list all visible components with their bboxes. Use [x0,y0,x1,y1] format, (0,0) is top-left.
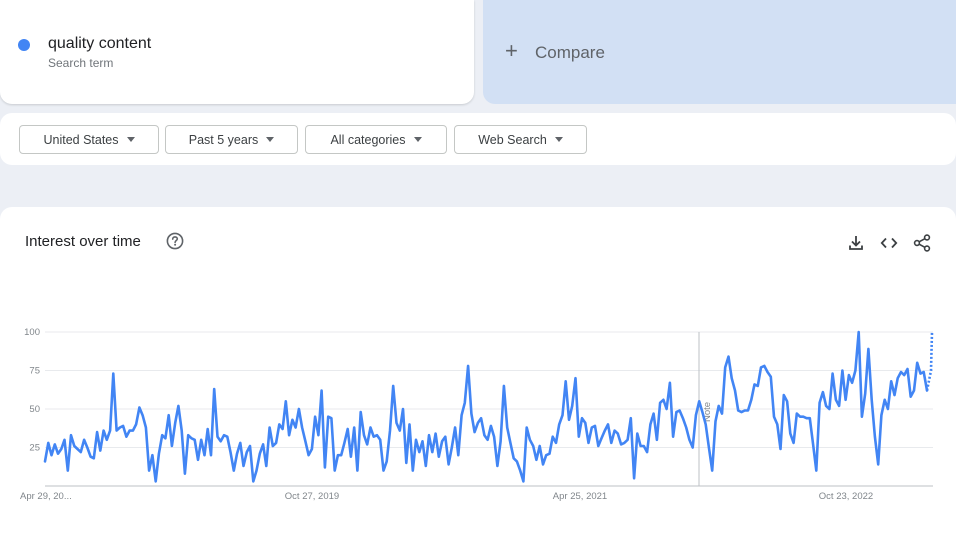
category-filter-dropdown[interactable]: All categories [305,125,447,154]
category-filter-label: All categories [330,132,406,147]
x-tick-label: Oct 27, 2019 [285,491,339,502]
filter-bar: United States Past 5 years All categorie… [0,113,956,165]
compare-label: Compare [535,43,605,62]
series-line[interactable] [43,330,929,483]
interest-line-chart[interactable]: 255075100NoteApr 29, 20... Oct 27, 2019 Ap… [0,207,956,554]
y-tick-label: 25 [29,443,40,454]
search-type-filter-label: Web Search [478,132,547,147]
series-color-dot [18,39,30,51]
compare-button[interactable]: + Compare [483,0,956,104]
time-range-filter-label: Past 5 years [188,132,259,147]
interest-over-time-panel: Interest over time 25 50 75 100 Note Apr 29, … [0,207,956,554]
x-tick-label: Apr 29, 20... [20,491,72,502]
search-term-name[interactable]: quality content [48,35,151,53]
x-tick-label: Apr 25, 2021 [553,491,607,502]
search-term-subtitle: Search term [48,56,114,70]
caret-down-icon [413,137,422,142]
time-range-filter-dropdown[interactable]: Past 5 years [165,125,298,154]
search-term-card[interactable]: quality content Search term [0,0,474,104]
partial-data-line [925,331,934,391]
region-filter-label: United States [43,132,119,147]
y-tick-label: 100 [24,327,40,338]
caret-down-icon [554,137,563,142]
search-type-filter-dropdown[interactable]: Web Search [454,125,587,154]
y-tick-label: 50 [29,404,40,415]
y-tick-label: 75 [29,366,40,377]
plus-icon: + [505,38,518,63]
caret-down-icon [266,137,275,142]
region-filter-dropdown[interactable]: United States [19,125,159,154]
x-tick-label: Oct 23, 2022 [819,491,873,502]
caret-down-icon [126,137,135,142]
